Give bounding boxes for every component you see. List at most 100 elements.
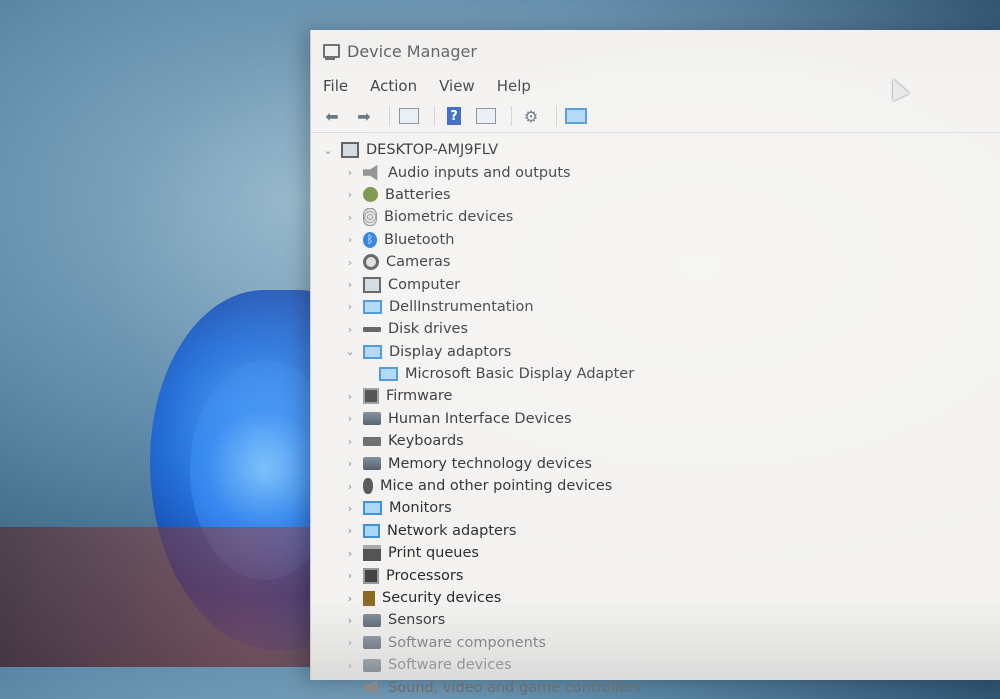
chevron-right-icon[interactable]: ›: [343, 659, 357, 672]
root-label: DESKTOP-AMJ9FLV: [366, 142, 499, 159]
tree-category[interactable]: › Keyboards: [311, 430, 1000, 452]
tree-category[interactable]: › Memory technology devices: [311, 452, 1000, 474]
toolbar: ⬅ ➡ ? ⚙: [311, 100, 1000, 133]
tree-category[interactable]: › Software devices: [311, 654, 1000, 676]
chevron-down-icon[interactable]: ⌄: [321, 144, 335, 157]
chevron-right-icon[interactable]: ›: [343, 412, 357, 425]
tree-category-label: Processors: [386, 567, 464, 584]
tree-device-label: Microsoft Basic Display Adapter: [405, 366, 635, 383]
tree-category-label: Firmware: [386, 388, 453, 405]
properties-pane-icon[interactable]: [473, 105, 499, 127]
chevron-right-icon[interactable]: ›: [343, 323, 357, 336]
computer-icon: [341, 142, 359, 159]
menu-file[interactable]: File: [323, 77, 348, 95]
monitor-icon: [363, 501, 382, 516]
hid-icon: [363, 412, 381, 426]
tree-category[interactable]: › Mice and other pointing devices: [311, 475, 1000, 497]
chevron-right-icon[interactable]: ›: [343, 614, 357, 627]
tree-category[interactable]: › Monitors: [311, 497, 1000, 519]
sound-icon: [363, 679, 378, 696]
tree-category[interactable]: › Human Interface Devices: [311, 408, 1000, 430]
security-icon: [363, 590, 375, 606]
tree-category[interactable]: › Sound, video and game controllers: [311, 676, 1000, 698]
chevron-right-icon[interactable]: ›: [343, 636, 357, 649]
chevron-right-icon[interactable]: ›: [343, 681, 357, 694]
mouse-icon: [363, 478, 373, 495]
tree-category-label: Human Interface Devices: [388, 410, 572, 427]
tree-device[interactable]: Microsoft Basic Display Adapter: [311, 363, 1000, 385]
chevron-right-icon[interactable]: ›: [343, 256, 357, 269]
toolbar-separator: [511, 106, 512, 126]
tree-category[interactable]: ⌄ Display adaptors: [311, 341, 1000, 363]
menu-view[interactable]: View: [439, 77, 475, 95]
tree-category[interactable]: › Batteries: [311, 184, 1000, 206]
toolbar-separator: [556, 106, 557, 126]
tree-root[interactable]: ⌄ DESKTOP-AMJ9FLV: [311, 139, 1000, 161]
tree-category[interactable]: › DellInstrumentation: [311, 296, 1000, 318]
update-driver-icon[interactable]: ⚙: [518, 105, 544, 127]
tree-category[interactable]: › Computer: [311, 273, 1000, 295]
chevron-right-icon[interactable]: ›: [343, 547, 357, 560]
tree-category-label: Batteries: [385, 186, 451, 203]
battery-icon: [363, 187, 378, 203]
tree-category[interactable]: › Firmware: [311, 385, 1000, 407]
chip-icon: [363, 388, 379, 405]
chevron-right-icon[interactable]: ›: [343, 188, 357, 201]
tree-category[interactable]: › Biometric devices: [311, 206, 1000, 228]
show-hide-console-tree-icon[interactable]: [396, 105, 422, 127]
tree-category[interactable]: › Cameras: [311, 251, 1000, 273]
audio-icon: [363, 164, 378, 181]
help-icon[interactable]: ?: [441, 105, 467, 127]
tree-category[interactable]: › Software components: [311, 632, 1000, 654]
tree-category-label: Display adaptors: [389, 343, 512, 360]
tree-category[interactable]: › Audio inputs and outputs: [311, 161, 1000, 183]
tree-category-label: Bluetooth: [384, 231, 455, 248]
chevron-right-icon[interactable]: ›: [343, 524, 357, 537]
monitor-icon: [363, 299, 382, 314]
bluetooth-icon: ᛒ: [363, 231, 377, 248]
tree-category-label: Monitors: [389, 500, 452, 517]
device-tree: ⌄ DESKTOP-AMJ9FLV › Audio inputs and outp…: [311, 133, 1000, 699]
processor-icon: [363, 567, 379, 584]
tree-category[interactable]: › Disk drives: [311, 318, 1000, 340]
chevron-right-icon[interactable]: ›: [343, 278, 357, 291]
fingerprint-icon: [363, 208, 377, 227]
chevron-right-icon[interactable]: ›: [343, 435, 357, 448]
software-icon: [363, 636, 381, 650]
scan-hardware-changes-icon[interactable]: [563, 105, 589, 127]
menu-action[interactable]: Action: [370, 77, 417, 95]
disk-icon: [363, 326, 381, 332]
tree-category[interactable]: › Processors: [311, 564, 1000, 586]
computer-icon: [363, 276, 381, 293]
chevron-right-icon[interactable]: ›: [343, 480, 357, 493]
tree-category-label: Sound, video and game controllers: [388, 679, 642, 696]
chevron-right-icon[interactable]: ›: [343, 457, 357, 470]
tree-category-label: Security devices: [382, 590, 502, 606]
tree-category[interactable]: › Security devices: [311, 587, 1000, 609]
tree-category[interactable]: › Print queues: [311, 542, 1000, 564]
camera-icon: [363, 254, 379, 271]
tree-category-label: Software devices: [388, 657, 512, 674]
chevron-right-icon[interactable]: ›: [343, 592, 357, 605]
chevron-right-icon[interactable]: ›: [343, 569, 357, 582]
tree-category-label: Biometric devices: [384, 209, 514, 226]
chevron-right-icon[interactable]: ›: [343, 211, 357, 224]
tree-category-label: Memory technology devices: [388, 455, 592, 472]
tree-category-label: Cameras: [386, 254, 451, 271]
chevron-right-icon[interactable]: ›: [343, 233, 357, 246]
chevron-right-icon[interactable]: ›: [343, 502, 357, 515]
back-arrow-icon[interactable]: ⬅: [319, 105, 345, 127]
forward-arrow-icon[interactable]: ➡: [351, 105, 377, 127]
tree-category[interactable]: › Sensors: [311, 609, 1000, 631]
chevron-right-icon[interactable]: ›: [343, 300, 357, 313]
menu-help[interactable]: Help: [497, 77, 531, 95]
chevron-down-icon[interactable]: ⌄: [343, 345, 357, 358]
title-bar: Device Manager: [311, 30, 1000, 72]
tree-category-label: Print queues: [388, 545, 479, 562]
tree-category-label: Network adapters: [387, 522, 517, 539]
tree-category[interactable]: › Network adapters: [311, 520, 1000, 542]
chevron-right-icon[interactable]: ›: [343, 166, 357, 179]
network-icon: [363, 523, 380, 538]
chevron-right-icon[interactable]: ›: [343, 390, 357, 403]
tree-category[interactable]: › ᛒ Bluetooth: [311, 229, 1000, 251]
